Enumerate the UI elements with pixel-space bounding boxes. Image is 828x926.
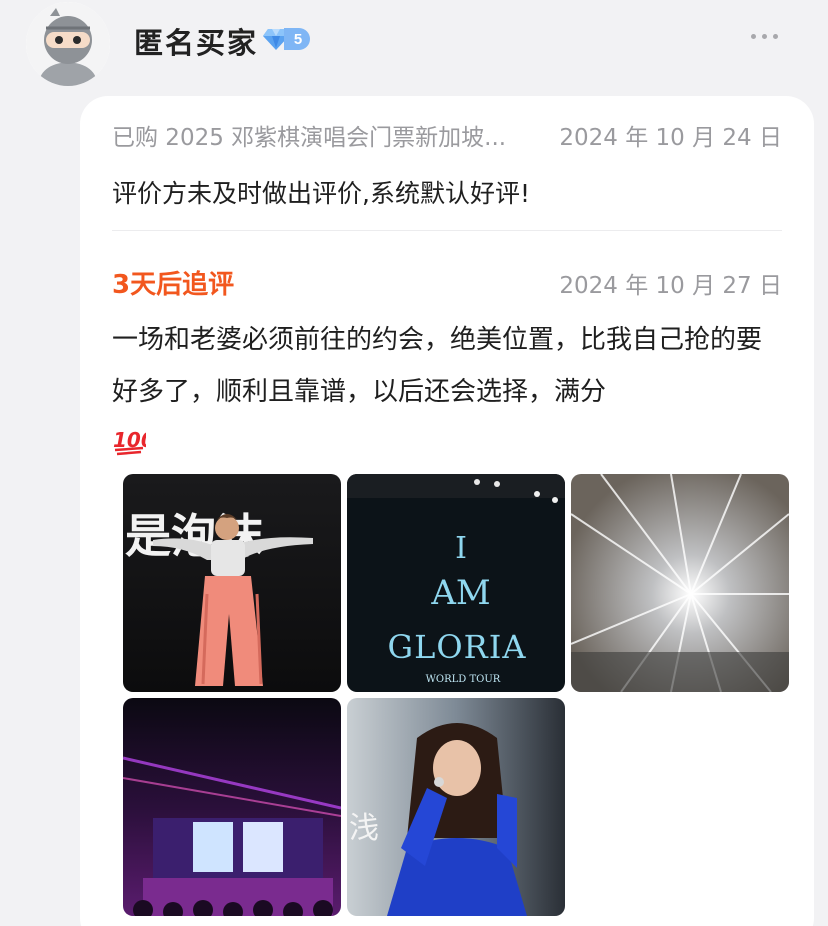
hundred-points-icon: 100: [113, 428, 146, 456]
review-photo-5[interactable]: 浅: [347, 698, 565, 916]
followup-label: 3天后追评: [112, 270, 235, 300]
photo2-line4: WORLD TOUR: [426, 674, 501, 685]
purchase-info-row: 已购 2025 邓紫棋演唱会门票新加坡... 2024 年 10 月 24 日: [112, 118, 782, 154]
more-dots-icon[interactable]: [747, 28, 782, 45]
username: 匿名买家: [134, 26, 259, 60]
level-badge: 5: [262, 26, 310, 52]
photo2-line2: AM: [430, 573, 490, 613]
avatar[interactable]: [26, 2, 110, 86]
followup-date: 2024 年 10 月 27 日: [559, 273, 782, 299]
ninja-avatar-icon: [26, 2, 110, 86]
review-photo-3[interactable]: [571, 474, 789, 692]
review-photo-1[interactable]: 是泡沫: [123, 474, 341, 692]
followup-review-text: 一场和老婆必须前往的约会，绝美位置，比我自己抢的要好多了，顺利且靠谱，以后还会选…: [112, 314, 782, 470]
default-review-text: 评价方未及时做出评价,系统默认好评!: [112, 179, 530, 208]
followup-header-row: 3天后追评 2024 年 10 月 27 日: [112, 264, 782, 300]
review-date: 2024 年 10 月 24 日: [559, 125, 782, 151]
review-photo-2[interactable]: I AM GLORIA WORLD TOUR: [347, 474, 565, 692]
reviewer-header: 匿名买家 5: [0, 0, 828, 90]
photo5-overlay-text: 浅: [349, 811, 379, 846]
photo2-line3: GLORIA: [388, 628, 527, 666]
divider: [112, 230, 782, 231]
purchased-item-link[interactable]: 已购 2025 邓紫棋演唱会门票新加坡...: [112, 118, 506, 152]
review-photo-4[interactable]: [123, 698, 341, 916]
review-card: 已购 2025 邓紫棋演唱会门票新加坡... 2024 年 10 月 24 日 …: [80, 96, 814, 926]
photo2-line1: I: [455, 531, 467, 566]
followup-text-body: 一场和老婆必须前往的约会，绝美位置，比我自己抢的要好多了，顺利且靠谱，以后还会选…: [112, 325, 763, 407]
level-number: 5: [284, 28, 310, 50]
